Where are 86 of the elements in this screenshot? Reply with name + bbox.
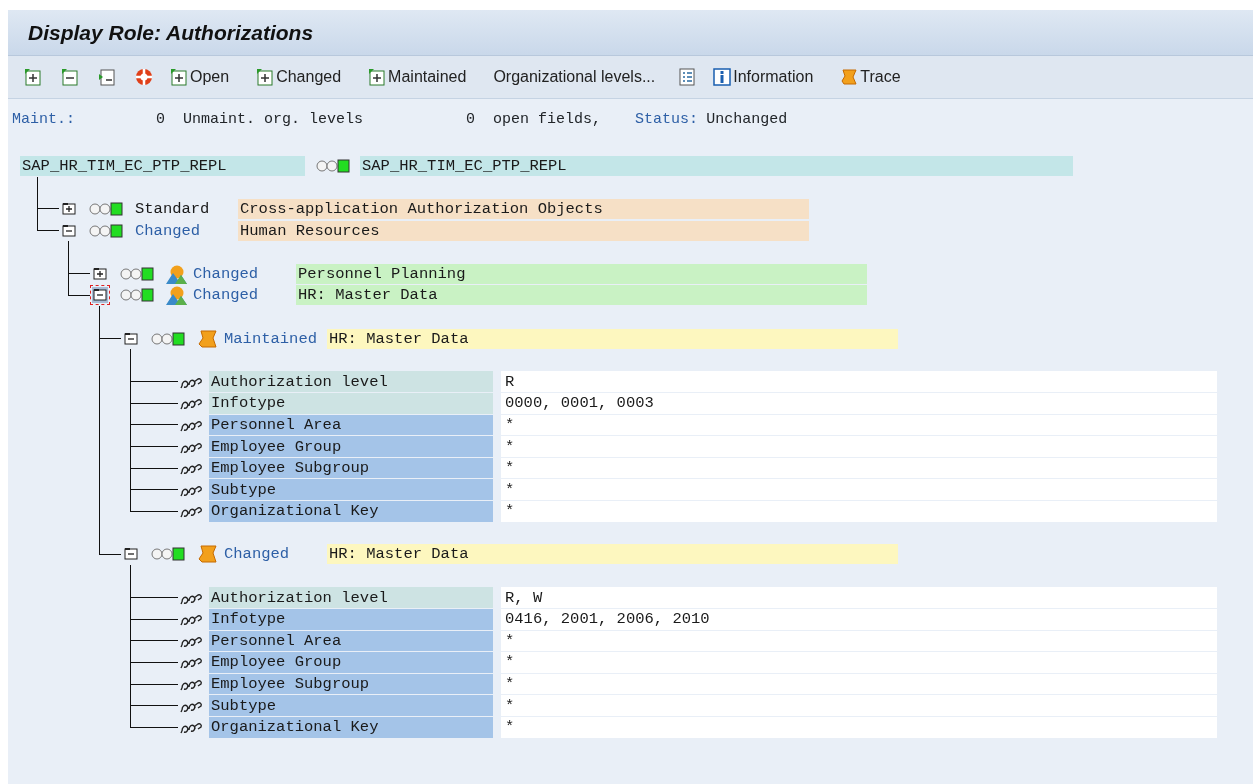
node-description: Personnel Planning: [296, 263, 867, 284]
toolbar-button[interactable]: Maintained: [366, 67, 469, 87]
expand-node-icon: [170, 68, 188, 86]
field-label: Subtype: [209, 695, 493, 716]
expand-toggle[interactable]: [123, 330, 139, 347]
expand-icon: [62, 203, 76, 215]
collapse-icon: [93, 289, 107, 302]
status-value: Unchanged: [706, 111, 788, 130]
open-fields-label: open fields,: [493, 111, 602, 130]
expand-node-icon: [256, 68, 275, 86]
field-label: Employee Group: [209, 652, 493, 673]
field-value: *: [501, 695, 1217, 716]
expand-icon: [93, 267, 107, 280]
field-label: Personnel Area: [209, 630, 493, 652]
field-label: Organizational Key: [209, 716, 493, 738]
field-value: *: [501, 716, 1217, 738]
expand-toggle[interactable]: [92, 265, 108, 282]
field-label: Authorization level: [209, 371, 493, 393]
field-value: *: [501, 652, 1217, 673]
node-description: HR: Master Data: [296, 285, 867, 306]
toolbar-button[interactable]: Changed: [254, 67, 344, 87]
field-label: Authorization level: [209, 587, 493, 608]
status-text: Maintained: [224, 329, 318, 348]
field-label: Employee Subgroup: [209, 457, 493, 479]
maint-label: Maint.:: [12, 111, 75, 130]
node-description: HR: Master Data: [327, 328, 898, 349]
field-label: Organizational Key: [209, 501, 493, 522]
field-label: Personnel Area: [209, 414, 493, 436]
status-lights-icon: [120, 288, 154, 303]
collapse-icon: [124, 332, 138, 345]
node-description: Human Resources: [238, 220, 809, 241]
status-lights-icon: [89, 223, 123, 238]
field-label: Employee Group: [209, 436, 493, 457]
field-value: 0416, 2001, 2006, 2010: [501, 608, 1217, 630]
expand-toggle[interactable]: [123, 546, 139, 563]
expand-subtree-icon[interactable]: [98, 68, 116, 86]
toolbar-button[interactable]: Organizational levels...: [491, 67, 658, 87]
field-label: Infotype: [209, 608, 493, 630]
status-text: Changed: [193, 264, 260, 283]
field-value: R: [501, 371, 1217, 393]
expand-toggle[interactable]: [92, 287, 108, 304]
field-value: *: [501, 673, 1217, 695]
expand-toggle[interactable]: [61, 201, 77, 217]
mountains-icon: [166, 263, 187, 284]
field-value: *: [501, 457, 1217, 479]
mountains-icon: [166, 285, 187, 306]
status-text: Standard: [135, 200, 211, 218]
info-icon: [713, 68, 732, 86]
status-lights-icon: [151, 331, 185, 346]
list-icon[interactable]: [678, 68, 697, 86]
expand-toggle[interactable]: [61, 222, 77, 239]
status-text: Changed: [193, 286, 260, 305]
count-value: 0: [466, 111, 476, 130]
expand-all-icon[interactable]: [24, 68, 42, 86]
field-value: *: [501, 436, 1217, 457]
count-value: 0: [156, 111, 166, 130]
field-value: *: [501, 501, 1217, 522]
status-lights-icon: [151, 547, 185, 562]
toolbar-button[interactable]: Information: [711, 67, 816, 87]
expand-node-icon: [368, 68, 387, 86]
lifebuoy-icon[interactable]: [135, 68, 153, 86]
status-lights-icon: [120, 266, 154, 281]
status-text: Changed: [224, 545, 291, 564]
field-value: *: [501, 479, 1217, 500]
unmaint-label: Unmaint. org. levels: [183, 111, 364, 130]
field-label: Employee Subgroup: [209, 673, 493, 695]
field-value: *: [501, 414, 1217, 436]
toolbar-button[interactable]: Trace: [838, 67, 903, 87]
role-title: SAP_HR_TIM_EC_PTP_REPL: [360, 155, 1073, 176]
field-value: 0000, 0001, 0003: [501, 393, 1217, 414]
field-label: Subtype: [209, 479, 493, 500]
field-label: Infotype: [209, 393, 493, 414]
field-value: R, W: [501, 587, 1217, 608]
collapse-icon: [124, 548, 138, 561]
node-description: HR: Master Data: [327, 544, 898, 565]
window-title: Display Role: Authorizations: [28, 20, 314, 45]
status-lights-icon: [316, 158, 350, 173]
collapse-all-icon[interactable]: [61, 68, 79, 86]
node-description: Cross-application Authorization Objects: [238, 199, 809, 219]
field-value: *: [501, 630, 1217, 652]
role-name: SAP_HR_TIM_EC_PTP_REPL: [20, 155, 305, 176]
status-text: Changed: [135, 221, 202, 240]
status-label: Status:: [635, 111, 699, 130]
toolbar-button[interactable]: Open: [168, 67, 232, 87]
collapse-icon: [62, 224, 76, 237]
status-lights-icon: [89, 202, 123, 216]
